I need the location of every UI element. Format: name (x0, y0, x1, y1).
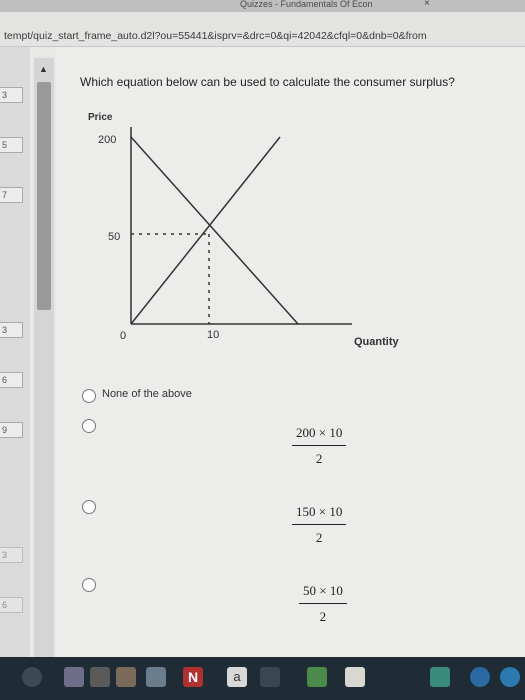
supply-curve (130, 136, 281, 325)
quiz-content: Which equation below can be used to calc… (56, 47, 525, 657)
question-nav-item[interactable]: 5 (0, 137, 23, 153)
fraction-numerator: 200 × 10 (296, 425, 343, 440)
scrollbar[interactable]: ▲ (34, 58, 54, 658)
folder-icon[interactable] (146, 667, 166, 687)
option-label: None of the above (102, 388, 192, 400)
app-icon[interactable] (90, 667, 110, 687)
fraction-denominator: 2 (315, 451, 323, 466)
app-icon[interactable] (260, 667, 280, 687)
scroll-thumb[interactable] (37, 82, 51, 310)
radio-button[interactable] (82, 578, 96, 592)
radio-button[interactable] (82, 419, 96, 433)
question-nav-item[interactable]: 3 (0, 87, 23, 103)
app-icon[interactable] (430, 667, 450, 687)
y-axis-label: Price (88, 112, 113, 123)
fraction-numerator: 150 × 10 (296, 504, 343, 519)
question-nav-item[interactable]: 3 (0, 322, 23, 338)
question-nav-item[interactable]: 9 (0, 422, 23, 438)
a-app-icon[interactable]: a (227, 667, 247, 687)
fraction-denominator: 2 (315, 530, 323, 545)
browser-icon[interactable] (470, 667, 490, 687)
address-bar[interactable]: tempt/quiz_start_frame_auto.d2l?ou=55441… (0, 12, 525, 47)
y-tick-50: 50 (108, 231, 120, 243)
spreadsheet-icon[interactable] (307, 667, 327, 687)
fraction-option-4: 50 × 10 2 (299, 583, 347, 625)
url-text[interactable]: tempt/quiz_start_frame_auto.d2l?ou=55441… (4, 30, 427, 42)
fraction-numerator: 50 × 10 (303, 583, 343, 598)
question-nav-item[interactable]: 6 (0, 372, 23, 388)
question-nav-item[interactable]: 7 (0, 187, 23, 203)
edge-browser-icon[interactable] (500, 667, 520, 687)
supply-demand-graph: Price 200 50 0 10 Quantity (88, 112, 399, 348)
fraction-bar (292, 445, 347, 446)
fraction-option-2: 200 × 10 2 (292, 425, 347, 467)
radio-button[interactable] (82, 500, 96, 514)
fraction-denominator: 2 (319, 609, 327, 624)
taskbar: N a (0, 657, 525, 700)
y-tick-200: 200 (98, 134, 116, 146)
fraction-bar (292, 524, 347, 525)
fraction-option-3: 150 × 10 2 (292, 504, 347, 546)
browser-tab-strip: Quizzes - Fundamentals Of Econ × (0, 0, 525, 12)
start-icon[interactable] (22, 667, 42, 687)
question-nav-item[interactable]: 6 (0, 597, 23, 613)
fraction-bar (299, 603, 347, 604)
scroll-up-arrow-icon[interactable]: ▲ (39, 64, 48, 74)
url-path: tempt/quiz_start_frame_auto.d2l?ou=55441… (4, 30, 427, 42)
close-tab-icon[interactable]: × (424, 0, 430, 9)
radio-button[interactable] (82, 389, 96, 403)
question-nav-panel: 3 5 7 3 6 9 3 6 (0, 47, 30, 657)
app-icon[interactable] (64, 667, 84, 687)
origin-label: 0 (120, 330, 126, 342)
question-nav-item[interactable]: 3 (0, 547, 23, 563)
question-text: Which equation below can be used to calc… (80, 75, 455, 89)
app-icon[interactable] (116, 667, 136, 687)
n-app-icon[interactable]: N (183, 667, 203, 687)
demand-curve (130, 136, 299, 325)
browser-tab-title[interactable]: Quizzes - Fundamentals Of Econ (240, 0, 373, 9)
x-axis-label: Quantity (354, 336, 399, 348)
calculator-icon[interactable] (345, 667, 365, 687)
x-tick-10: 10 (207, 329, 219, 341)
